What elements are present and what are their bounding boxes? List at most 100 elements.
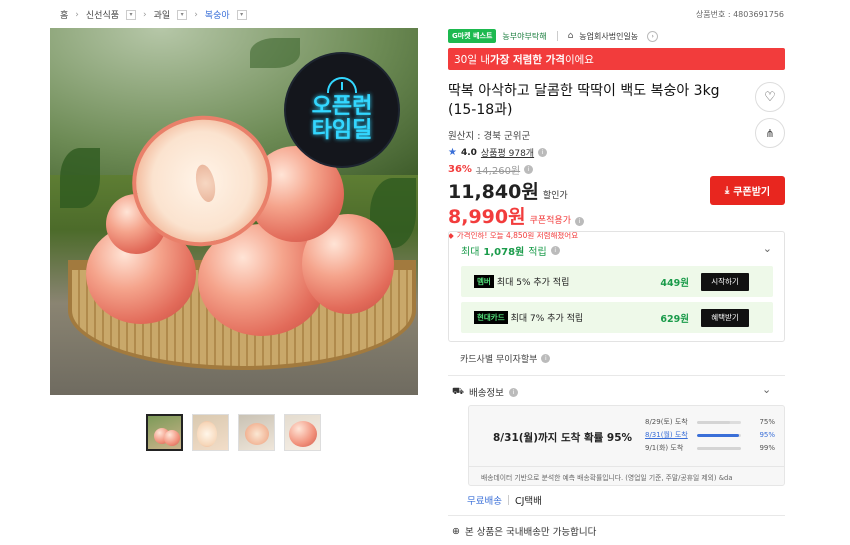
- delivery-probability-fill: [697, 420, 730, 424]
- badge-line-2: 타임딜: [311, 118, 373, 143]
- banner-bold: 가장 저렴한 가격: [490, 53, 565, 66]
- coupon-download-button[interactable]: ⤓ 쿠폰받기: [710, 176, 785, 205]
- reward-row-member: 멤버 최대 5% 추가 적립 449원 시작하기: [461, 266, 773, 297]
- banner-suffix: 이에요: [564, 53, 594, 66]
- delivery-estimate-box: 8/31(월)까지 도착 확률 95% 8/29(토) 도착 75% 8/31(…: [468, 405, 785, 486]
- coupon-price-label: 쿠폰적용가: [529, 216, 571, 226]
- card-amount: 629원: [660, 313, 689, 325]
- info-icon[interactable]: i: [538, 148, 548, 157]
- chevron-right-icon: ›: [143, 9, 147, 20]
- discount-row: 36% 14,260원 i: [448, 162, 785, 177]
- delivery-date: 8/29(토) 도착: [645, 418, 688, 426]
- chevron-down-icon[interactable]: ⌄: [762, 383, 771, 396]
- member-amount: 449원: [660, 277, 689, 289]
- member-start-button[interactable]: 시작하기: [701, 272, 749, 291]
- member-text: 최대 5% 추가 적립: [496, 278, 570, 288]
- delivery-probability-bar: [697, 433, 741, 437]
- thumbnail-2[interactable]: [192, 414, 229, 451]
- divider: [448, 375, 785, 376]
- delivery-row: 9/1(화) 도착 99%: [645, 443, 775, 453]
- divider: [507, 495, 509, 505]
- globe-icon: ⊕: [452, 525, 460, 537]
- thumbnail-1[interactable]: [146, 414, 183, 451]
- store-tag[interactable]: 농부야부탁해: [502, 31, 546, 42]
- delivery-percent: 99%: [759, 444, 775, 452]
- info-icon[interactable]: i: [508, 387, 518, 397]
- chevron-right-icon[interactable]: ›: [647, 30, 659, 42]
- delivery-percent: 95%: [759, 431, 775, 439]
- review-count-link[interactable]: 상품평 978개: [481, 146, 534, 159]
- product-title: 딱복 아삭하고 달콤한 딱딱이 백도 복숭아 3kg (15-18과): [448, 83, 720, 118]
- thumbnail-4[interactable]: [284, 414, 321, 451]
- product-number: 상품번호 : 4803691756: [695, 10, 784, 19]
- discount-percent: 36%: [448, 164, 472, 175]
- badge-line-1: 오픈런: [311, 94, 373, 119]
- breadcrumb-category-peach[interactable]: 복숭아: [205, 8, 230, 21]
- card-label: 현대카드: [474, 311, 508, 324]
- chevron-right-icon: ›: [194, 9, 198, 20]
- delivery-probability-bar: [697, 420, 741, 424]
- shipping-title: 배송정보: [468, 388, 504, 399]
- info-icon[interactable]: i: [541, 354, 551, 363]
- domestic-only-row: ⊕ 본 상품은 국내배송만 가능합니다: [452, 524, 597, 539]
- divider: [448, 515, 785, 516]
- action-buttons: ♡ ⋔: [755, 82, 785, 148]
- delivery-type-row: 무료배송 CJ택배: [467, 493, 542, 507]
- delivery-probability-fill: [697, 433, 739, 437]
- card-installment-row[interactable]: 카드사별 무이자할부 i: [460, 352, 551, 365]
- leaf-decoration: [250, 38, 300, 68]
- delivery-percent: 75%: [759, 418, 775, 426]
- alarm-clock-icon: [327, 77, 357, 93]
- store-name-link[interactable]: 농업회사법인일농: [579, 31, 638, 42]
- share-icon[interactable]: ⋔: [755, 118, 785, 148]
- delivery-row-highlight: 8/31(월) 도착 95%: [645, 430, 775, 440]
- thumbnail-3[interactable]: [238, 414, 275, 451]
- peach-half: [245, 423, 269, 445]
- store-home-icon: ⌂: [567, 31, 574, 41]
- product-main-image: 오픈런 타임딜: [50, 28, 418, 395]
- breadcrumb-category-fresh[interactable]: 신선식품: [86, 8, 119, 21]
- download-icon: ⤓: [724, 185, 730, 196]
- breadcrumb-home[interactable]: 홈: [60, 8, 68, 21]
- tag-row: G마켓 베스트 농부야부탁해 ⌂ 농업회사법인일농 ›: [448, 28, 785, 44]
- rating-score: 4.0: [460, 147, 477, 158]
- info-icon[interactable]: i: [550, 246, 560, 255]
- reward-suffix: 적립: [528, 247, 547, 258]
- peach-pit: [192, 162, 219, 204]
- info-icon[interactable]: i: [575, 217, 584, 226]
- reward-header[interactable]: 최대 1,078원 적립 i: [461, 243, 560, 258]
- dropdown-icon[interactable]: ▾: [236, 9, 247, 20]
- delivery-probability-bar: [697, 446, 741, 450]
- breadcrumb: 홈 › 신선식품 ▾ › 과일 ▾ › 복숭아 ▾: [60, 8, 247, 21]
- coupon-price: 8,990원: [448, 206, 526, 228]
- heart-icon[interactable]: ♡: [755, 82, 785, 112]
- reward-amount: 1,078원: [483, 247, 525, 258]
- shipping-header[interactable]: ⛟ 배송정보 i: [452, 385, 518, 399]
- reward-prefix: 최대: [461, 247, 480, 258]
- truck-icon: ⛟: [452, 386, 464, 397]
- member-label: 멤버: [474, 275, 494, 288]
- delivery-estimate-main: 8/31(월)까지 도착 확률 95%: [493, 432, 633, 444]
- peach-slice: [197, 421, 217, 447]
- info-icon[interactable]: i: [524, 165, 534, 174]
- reward-row-card: 현대카드 최대 7% 추가 적립 629원 혜택받기: [461, 302, 773, 333]
- gmarket-best-badge: G마켓 베스트: [448, 29, 497, 43]
- card-installment-text: 카드사별 무이자할부: [460, 355, 538, 365]
- sale-price: 11,840원: [448, 181, 539, 203]
- domestic-only-text: 본 상품은 국내배송만 가능합니다: [464, 527, 597, 538]
- lowest-price-banner: 30일 내 가장 저렴한 가격 이에요: [448, 48, 785, 70]
- chevron-down-icon[interactable]: ⌄: [763, 242, 772, 255]
- coupon-price-row: 8,990원 쿠폰적용가 i: [448, 202, 785, 229]
- dropdown-icon[interactable]: ▾: [126, 9, 137, 20]
- banner-prefix: 30일 내: [454, 53, 491, 66]
- free-shipping-label: 무료배송: [467, 496, 502, 507]
- delivery-probability-fill: [697, 446, 741, 450]
- dropdown-icon[interactable]: ▾: [177, 9, 188, 20]
- card-benefit-button[interactable]: 혜택받기: [701, 308, 749, 327]
- reward-box: 최대 1,078원 적립 i ⌄ 멤버 최대 5% 추가 적립 449원 시작하…: [448, 231, 785, 342]
- breadcrumb-category-fruit[interactable]: 과일: [154, 8, 171, 21]
- delivery-date: 8/31(월) 도착: [645, 431, 688, 439]
- rating-row: ★ 4.0 상품평 978개 i: [448, 146, 785, 159]
- leaf-decoration: [60, 148, 100, 208]
- peach: [289, 421, 317, 447]
